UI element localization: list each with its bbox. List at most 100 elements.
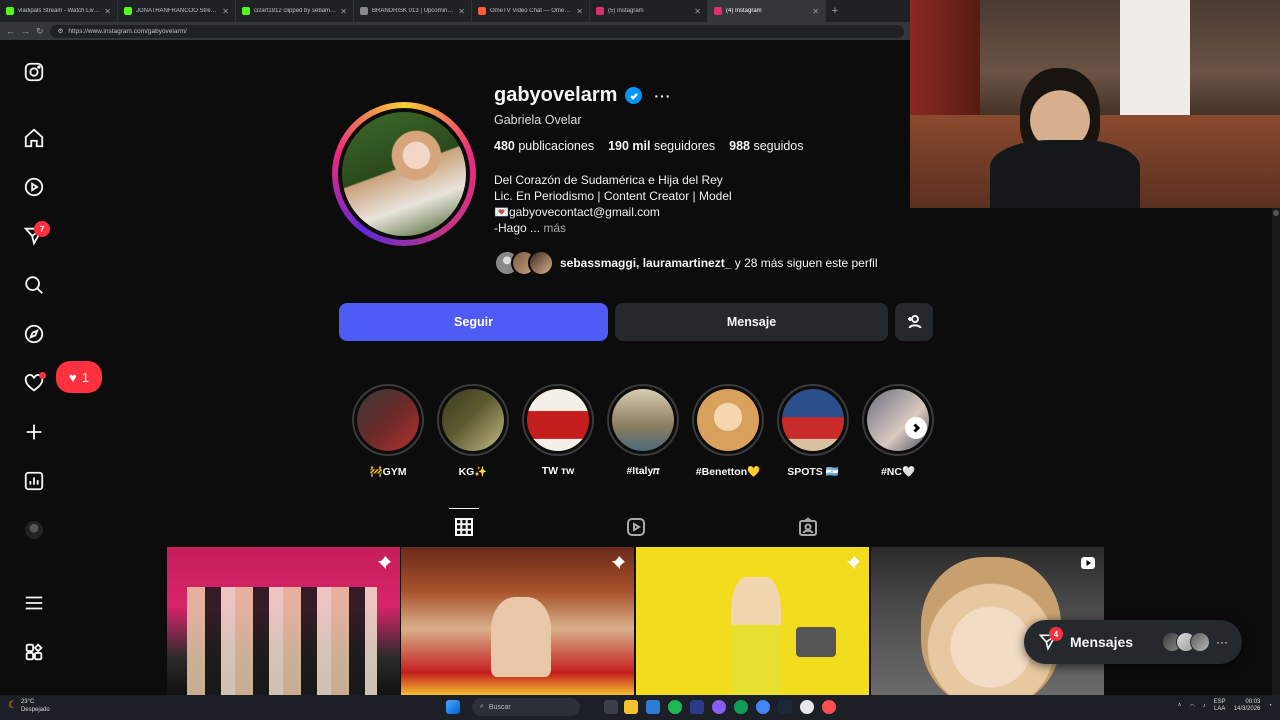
post-thumbnail[interactable]	[636, 547, 869, 695]
start-icon[interactable]	[446, 700, 460, 714]
taskbar-search[interactable]: ⌕ Buscar	[472, 698, 580, 716]
post-thumbnail[interactable]	[167, 547, 400, 695]
suggested-users-button[interactable]	[895, 303, 933, 341]
profile-avatar-icon[interactable]	[22, 518, 46, 542]
highlight-spots[interactable]: SPOTS 🇦🇷	[776, 384, 850, 478]
system-tray: ˄ ◠ ♪ ESP LAA 00:03 14/3/2026 ◔	[1178, 699, 1272, 713]
create-plus-icon[interactable]	[22, 420, 46, 444]
close-icon[interactable]: ✕	[340, 7, 347, 16]
highlight-italy[interactable]: #Italy𝜋	[606, 384, 680, 478]
search-icon: ⌕	[480, 703, 484, 710]
tab-reels[interactable]	[624, 515, 648, 539]
browser-tab-bar: vladipals Stream - Watch Live on K ✕ JONA…	[0, 0, 910, 22]
file-explorer-icon[interactable]	[624, 700, 638, 714]
browser-tab[interactable]: OmeTV Video Chat — Omegle Ra✕	[472, 0, 590, 22]
browser-tab[interactable]: vladipals Stream - Watch Live on K ✕	[0, 0, 118, 22]
profile-bio: Del Corazón de Sudamérica e Hija del Rey…	[494, 172, 732, 236]
wifi-icon[interactable]: ◠	[1189, 703, 1194, 710]
scrollbar[interactable]	[1272, 208, 1280, 695]
forward-icon[interactable]: →	[21, 26, 30, 36]
clock-time: 00:03	[1245, 699, 1261, 705]
following-stat[interactable]: 988 seguidos	[729, 139, 803, 153]
reload-icon[interactable]: ↻	[36, 26, 44, 37]
close-icon[interactable]: ✕	[812, 7, 819, 16]
avatar	[528, 250, 554, 276]
bio-email: 💌gabyovecontact@gmail.com	[494, 205, 660, 219]
task-view-icon[interactable]	[604, 700, 618, 714]
explore-icon[interactable]	[22, 322, 46, 346]
message-button[interactable]: Mensaje	[615, 303, 888, 341]
close-icon[interactable]: ✕	[694, 7, 701, 16]
dashboard-icon[interactable]	[22, 469, 46, 493]
bio-line: Del Corazón de Sudamérica e Hija del Rey	[494, 173, 723, 187]
new-tab-button[interactable]: +	[826, 5, 844, 17]
posts-label: publicaciones	[518, 139, 595, 153]
app-icon[interactable]	[712, 700, 726, 714]
close-icon[interactable]: ✕	[458, 7, 465, 16]
instagram-logo-icon[interactable]	[22, 60, 46, 84]
home-icon[interactable]	[22, 126, 46, 150]
posts-stat: 480 publicaciones	[494, 139, 594, 153]
followers-label: seguidores	[653, 139, 716, 153]
weather-widget[interactable]: ☾ 23°C Despejado	[8, 698, 50, 714]
menu-icon[interactable]	[22, 591, 46, 615]
clock-date: 14/3/2026	[1233, 706, 1261, 712]
back-icon[interactable]: ←	[6, 26, 15, 36]
tab-posts[interactable]	[452, 515, 476, 539]
post-thumbnail[interactable]	[401, 547, 634, 695]
close-icon[interactable]: ✕	[576, 7, 583, 16]
webcam-person-body	[990, 140, 1140, 208]
search-icon[interactable]	[22, 273, 46, 297]
url-field[interactable]: ⚙ https://www.instagram.com/gabyovelarm/	[49, 24, 904, 38]
options-dots-icon[interactable]: ···	[654, 88, 671, 104]
opera-icon[interactable]	[822, 700, 836, 714]
add-user-icon	[908, 315, 922, 329]
spotify-icon[interactable]	[668, 700, 682, 714]
chrome-icon[interactable]	[756, 700, 770, 714]
scrollbar-thumb[interactable]	[1273, 210, 1279, 216]
tab-title: (5) Instagram	[608, 8, 644, 14]
also-from-meta-icon[interactable]	[22, 640, 46, 664]
reel-indicator-icon	[1080, 555, 1096, 571]
close-icon[interactable]: ✕	[222, 7, 229, 16]
notification-bell-icon[interactable]: ◔	[1268, 703, 1272, 709]
language-indicator[interactable]: ESP LAA	[1214, 699, 1226, 713]
followers-stat[interactable]: 190 mil seguidores	[608, 139, 715, 153]
app-icon[interactable]	[800, 700, 814, 714]
site-favicon-icon	[360, 7, 368, 15]
tray-chevron-icon[interactable]: ˄	[1178, 703, 1182, 709]
more-dots-icon[interactable]: ···	[1216, 635, 1228, 649]
browser-tab[interactable]: BRANDRISK 013 | Upcoming Even ✕	[354, 0, 472, 22]
bio-more-link[interactable]: más	[543, 221, 566, 235]
highlights-next-button[interactable]	[905, 417, 927, 439]
browser-tab[interactable]: cizart1912 clipped by sebamarb ✕	[236, 0, 354, 22]
post-image	[491, 597, 551, 677]
reels-icon	[627, 518, 645, 536]
reels-icon[interactable]	[22, 175, 46, 199]
address-bar: ← → ↻ ⚙ https://www.instagram.com/gabyov…	[0, 22, 910, 40]
site-info-icon[interactable]: ⚙	[58, 27, 64, 35]
steam-icon[interactable]	[778, 700, 792, 714]
profile-avatar[interactable]	[338, 108, 470, 240]
volume-icon[interactable]: ♪	[1203, 703, 1206, 709]
highlight-kg[interactable]: KG✨	[436, 384, 510, 478]
notification-dot	[39, 372, 46, 379]
close-icon[interactable]: ✕	[104, 7, 111, 16]
mail-icon[interactable]	[646, 700, 660, 714]
edge-icon[interactable]	[734, 700, 748, 714]
messages-label: Mensajes	[1070, 634, 1134, 650]
app-icon[interactable]	[690, 700, 704, 714]
webcam-overlay	[910, 0, 1280, 208]
followed-by[interactable]: sebassmaggi, lauramartinezt_ y 28 más si…	[494, 250, 877, 276]
tab-tagged[interactable]	[796, 515, 820, 539]
tab-title: (4) Instagram	[726, 8, 762, 14]
browser-tab-active[interactable]: (4) Instagram ✕	[708, 0, 826, 22]
browser-tab[interactable]: (5) Instagram ✕	[590, 0, 708, 22]
browser-tab[interactable]: JONATHANFRANCOO Stream - W✕	[118, 0, 236, 22]
clock[interactable]: 00:03 14/3/2026	[1234, 699, 1261, 713]
highlight-gym[interactable]: 🚧GYM	[351, 384, 425, 478]
likes-notification-pill[interactable]: ♥ 1	[56, 361, 102, 393]
highlight-tw[interactable]: TW ᴛᴡ	[521, 384, 595, 477]
highlight-benetton[interactable]: #Benetton💛	[691, 384, 765, 478]
follow-button[interactable]: Seguir	[339, 303, 608, 341]
